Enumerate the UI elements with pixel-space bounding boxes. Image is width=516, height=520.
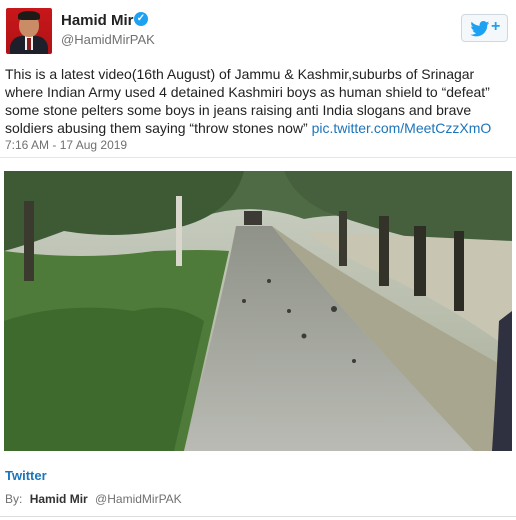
byline-handle[interactable]: @HamidMirPAK xyxy=(95,492,182,506)
twitter-source-link[interactable]: Twitter xyxy=(5,468,47,483)
author-handle[interactable]: @HamidMirPAK xyxy=(61,32,155,47)
byline: By: Hamid Mir @HamidMirPAK xyxy=(5,492,182,506)
tweet-video[interactable] xyxy=(4,171,512,451)
author-avatar[interactable] xyxy=(6,8,52,54)
bottom-divider xyxy=(0,516,516,517)
tweet-timestamp[interactable]: 7:16 AM - 17 Aug 2019 xyxy=(5,138,127,152)
byline-name[interactable]: Hamid Mir xyxy=(30,492,88,506)
verified-check-icon: ✓ xyxy=(134,12,148,26)
avatar-hair xyxy=(18,11,40,20)
twitter-bird-icon xyxy=(470,21,490,37)
author-name[interactable]: Hamid Mir xyxy=(61,12,134,29)
tweet-text: This is a latest video(16th August) of J… xyxy=(5,65,510,137)
embedded-tweet-card: Hamid Mir ✓ @HamidMirPAK + This is a lat… xyxy=(0,0,516,520)
follow-plus-label: + xyxy=(491,18,501,35)
tweet-media-link[interactable]: pic.twitter.com/MeetCzzXmO xyxy=(312,120,492,136)
byline-label: By: xyxy=(5,492,23,506)
avatar-tie xyxy=(27,38,31,50)
follow-button[interactable]: + xyxy=(461,14,508,42)
video-frame xyxy=(4,171,512,451)
divider xyxy=(0,157,516,158)
